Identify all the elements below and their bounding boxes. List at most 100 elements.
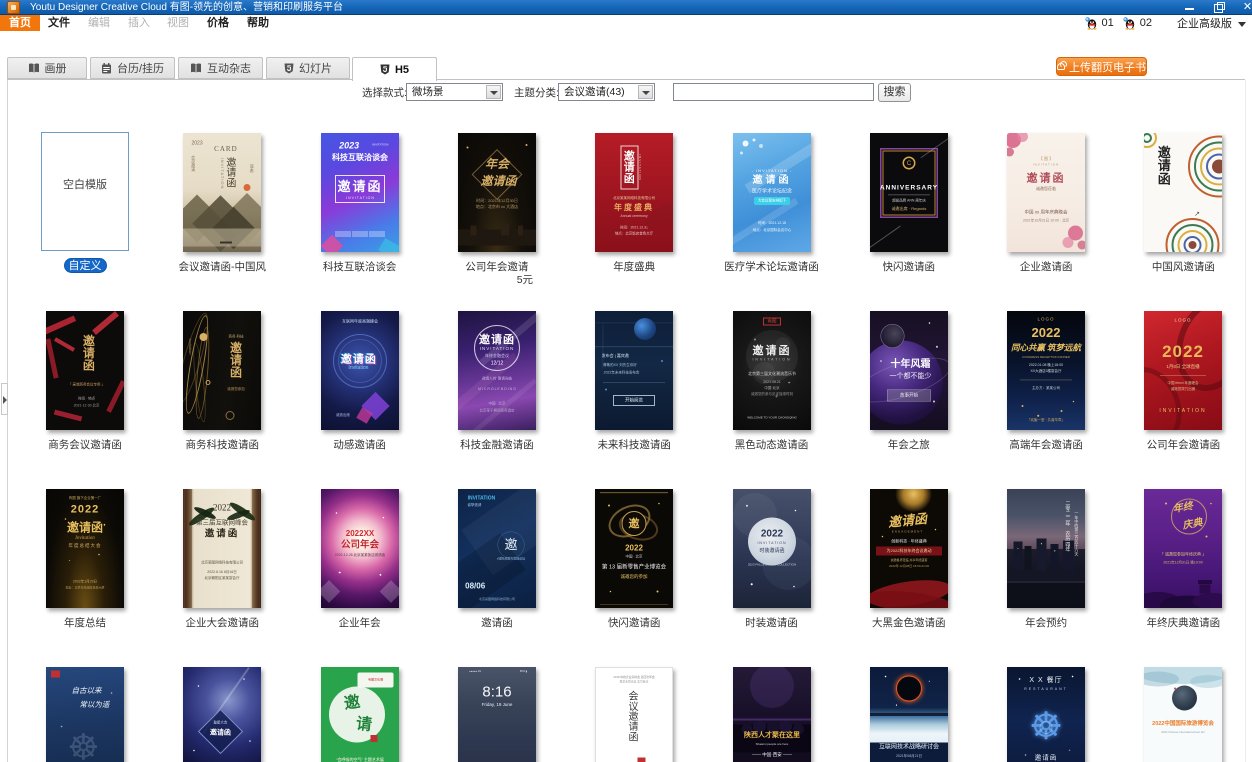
thumb-art-layer	[1144, 671, 1179, 686]
thumb-art-layer: 2022 Chinese international tour fair	[1162, 731, 1206, 734]
thumb-art-layer	[526, 144, 528, 146]
thumb-art-layer: 2018 中欧企业家峰会 第四次年会	[614, 676, 655, 679]
thumb-art-layer: 邀请函	[1158, 146, 1171, 186]
thumb-art-layer	[193, 750, 195, 752]
thumb-art-layer	[896, 704, 897, 705]
thumb-art-layer: 邀请函	[210, 729, 231, 737]
right-panel-border	[1245, 80, 1246, 762]
template-thumbnail[interactable]: LOGO20221月8日 全球直播中国 ifenxi 年度峰会诚邀您拨冗出席IN…	[1144, 311, 1222, 430]
template-label: 大黑金色邀请函	[840, 617, 978, 630]
thumbnail-artwork: 2022XX公司年会2022-12-26 北京某某饭店邀请函	[321, 489, 399, 608]
template-thumbnail[interactable]: 有图邀请函INVITATION北京第三届文化潮流音乐节2021.08.21中国·…	[733, 311, 811, 430]
thumb-art-layer	[1212, 159, 1222, 173]
thumbnail-artwork: 2023INVITATION科技互联洽谈会邀请函I N V I T A T I …	[321, 133, 399, 252]
thumb-art-layer: INVITATION	[372, 143, 388, 146]
thumb-art-layer: 2022XX	[345, 530, 373, 539]
thumb-art-layer	[759, 144, 763, 148]
panel-expand-handle[interactable]	[1, 383, 8, 415]
template-thumbnail[interactable]: INVITATION诚挚邀请邀x城投资助力高峰论坛08/06北京某图网络科技有限…	[458, 489, 536, 608]
thumbnail-artwork: CANNIVERSARY超级品牌 ANN 周年庆诚邀出席 · Regards	[870, 133, 948, 252]
thumb-art-layer	[750, 667, 794, 708]
thumb-art-layer: 2021年10月21日 19:00 · 北京	[1023, 219, 1069, 223]
template-thumbnail[interactable]: Invitation商务·科技邀请函诚邀您参加	[183, 311, 261, 430]
thumb-art-layer: 2023	[339, 141, 359, 151]
thumb-art-layer	[1022, 405, 1024, 407]
template-thumbnail[interactable]: 互联网技术战略研讨会2021年08月21日	[870, 667, 948, 762]
template-thumbnail[interactable]: 2022中国国际旅游博览会2022 Chinese international …	[1144, 667, 1222, 762]
template-thumbnail[interactable]: 聚星大会邀请函	[183, 667, 261, 762]
thumb-art-layer: 2021.08.21	[763, 381, 781, 385]
thumb-art-layer	[501, 223, 509, 235]
template-thumbnail[interactable]: ●●●●● 4G86% ▮8:16Friday, 19 June	[458, 667, 536, 762]
template-card: 发布会 | 嘉宾邀尊敬的XX 刘先生你好2022年未来科技发布会开始阅览未来科技…	[565, 311, 703, 452]
template-thumbnail[interactable]: 2023会议邀请CARD邀请函INVITATION诚邀	[183, 133, 261, 252]
template-thumbnail[interactable]: - INVITATION -邀请函医疗学术论坛纪念大会议程安排如下时间：2021…	[733, 133, 811, 252]
template-thumbnail[interactable]: 陕西人才聚在这里Shaanxi people are here—— 中国·西安 …	[733, 667, 811, 762]
template-thumbnail[interactable]: 二零二二年 农历四年一年中的第三百五十六天	[1007, 489, 1085, 608]
template-thumbnail[interactable]: CANNIVERSARY超级品牌 ANN 周年庆诚邀出席 · Regards	[870, 133, 948, 252]
template-thumbnail[interactable]: 十年风霜一个都不能少故事开始	[870, 311, 948, 430]
template-thumbnail[interactable]: X X 餐厅RESTAURANT☸邀请函	[1007, 667, 1085, 762]
thumb-art-layer	[339, 572, 341, 574]
template-thumbnail[interactable]: 邀2022中国 · 北京第 13 届新零售产业博览会诚邀您的参加	[595, 489, 673, 608]
template-thumbnail[interactable]: 互联网年度高端峰会邀请函邀请函邀请函Invitation诚邀出席	[321, 311, 399, 430]
template-thumbnail[interactable]: 2022INVITATION时装邀请函2023 FALL&WINTER COLL…	[733, 489, 811, 608]
template-thumbnail[interactable]: 年会邀请函时间：2021年12月30日地点：北京市 xx 大酒店	[458, 133, 536, 252]
thumb-art-layer	[1077, 240, 1085, 249]
thumb-art-layer: 邀请函	[83, 335, 95, 372]
template-grid: 空白模版自定义2023会议邀请CARD邀请函INVITATION诚邀会议邀请函-…	[0, 0, 1252, 762]
blank-template[interactable]: 空白模版	[41, 132, 129, 251]
thumb-art-layer	[518, 226, 523, 236]
thumb-art-layer	[895, 489, 931, 512]
thumbnail-artwork: 聚星大会邀请函	[183, 667, 261, 762]
thumbnail-artwork: LOGO20221月8日 全球直播中国 ifenxi 年度峰会诚邀您拨冗出席IN…	[1144, 311, 1222, 430]
template-thumbnail[interactable]: 2022第三届互联网峰会邀请函北京某图网络科技有限公司2022.6.16 6月1…	[183, 489, 261, 608]
thumb-art-layer	[753, 339, 755, 341]
template-card: ●●●●● 4G86% ▮8:16Friday, 19 June	[428, 667, 566, 762]
template-thumbnail[interactable]: LOGO2022同心共赢 筑梦远航CONGRESS RECEPTION DINN…	[1007, 311, 1085, 430]
template-thumbnail[interactable]: 年终庆典「 诚邀您参加年终庆典 」2021年12月31日 晚19:00	[1144, 489, 1222, 608]
thumb-art-layer: 08/06	[465, 582, 485, 591]
thumb-art-layer	[1206, 536, 1208, 538]
template-thumbnail[interactable]: 邀请函「 高端商务会议专用 」时间 · 地点2021·12·30 北京	[46, 311, 124, 430]
tab-label: H5	[395, 64, 409, 76]
template-thumbnail[interactable]: 邀请函ENGAGEMENT创新科技 · 年终盛典为2022科技年终会议邀动诚邀各…	[870, 489, 948, 608]
template-card: 邀请函INVITATION年终金融会议12/12邀请人刘' 敬请光临M I C …	[428, 311, 566, 452]
thumb-art-layer: 陕西人才聚在这里	[744, 731, 800, 739]
template-thumbnail[interactable]: 邀请函↗	[1144, 133, 1222, 252]
thumbnail-artwork: LOGO2022同心共赢 筑梦远航CONGRESS RECEPTION DINN…	[1007, 311, 1085, 430]
thumb-art-layer: 中国 xx 周年庆典晚会	[1025, 210, 1068, 215]
thumb-art-layer	[378, 238, 399, 252]
thumb-art-layer	[881, 536, 883, 538]
thumb-art-layer: WELCOME TO YOUR CHONGQING	[747, 416, 797, 419]
tab-active-5[interactable]: H5	[352, 57, 437, 81]
thumb-art-layer: 诚邀您拨冗出席	[1171, 388, 1196, 392]
template-thumbnail[interactable]: 自古以来常以为遥☸	[46, 667, 124, 762]
thumb-art-layer	[1193, 593, 1222, 608]
thumb-art-layer	[470, 226, 476, 236]
template-card: 自古以来常以为遥☸	[16, 667, 154, 762]
thumb-art-layer: 互联网年度高端峰会	[342, 320, 378, 324]
template-thumbnail[interactable]: 有图 旗下企业第一厂2022邀请函Invitation年度总结大会2022年1月…	[46, 489, 124, 608]
thumb-art-layer	[321, 235, 343, 252]
thumb-art-layer: 邀请函	[340, 353, 376, 365]
thumb-art-layer: CONGRESS RECEPTION DINNER	[1022, 356, 1070, 359]
thumb-art-layer	[98, 554, 100, 556]
template-thumbnail[interactable]: 2022XX公司年会2022-12-26 北京某某饭店邀请函	[321, 489, 399, 608]
thumb-art-layer	[92, 311, 119, 335]
template-thumbnail[interactable]: 2018 中欧企业家峰会 第四次年会暨某名誉论坛 北京会议会议邀请函	[595, 667, 673, 762]
thumb-art-layer	[321, 580, 340, 603]
template-thumbnail[interactable]: 有图文化展邀请“会呼吸的空气” 主题艺术展时间：2022年5月1日地点：北京市朝…	[321, 667, 399, 762]
thumb-art-layer	[1069, 750, 1070, 751]
template-label: 年会预约	[977, 617, 1115, 630]
template-thumbnail[interactable]: 邀请函INVITATION北京某某网络科技有限公司年度盛典Annual cere…	[595, 133, 673, 252]
customize-button[interactable]: 自定义	[64, 258, 107, 273]
thumbnail-artwork: 2023会议邀请CARD邀请函INVITATION诚邀	[183, 133, 261, 252]
thumb-art-layer: INVITATION	[1033, 164, 1059, 167]
thumb-art-layer	[183, 229, 261, 247]
template-thumbnail[interactable]: 邀请函INVITATION年终金融会议12/12邀请人刘' 敬请光临M I C …	[458, 311, 536, 430]
template-thumbnail[interactable]: 【 图 】INVITATION邀请函诚邀您莅临中国 xx 周年庆典晚会2021年…	[1007, 133, 1085, 252]
template-thumbnail[interactable]: 发布会 | 嘉宾邀尊敬的XX 刘先生你好2022年未来科技发布会开始阅览	[595, 311, 673, 430]
template-label: 企业邀请函	[977, 261, 1115, 274]
template-thumbnail[interactable]: 2023INVITATION科技互联洽谈会邀请函I N V I T A T I …	[321, 133, 399, 252]
